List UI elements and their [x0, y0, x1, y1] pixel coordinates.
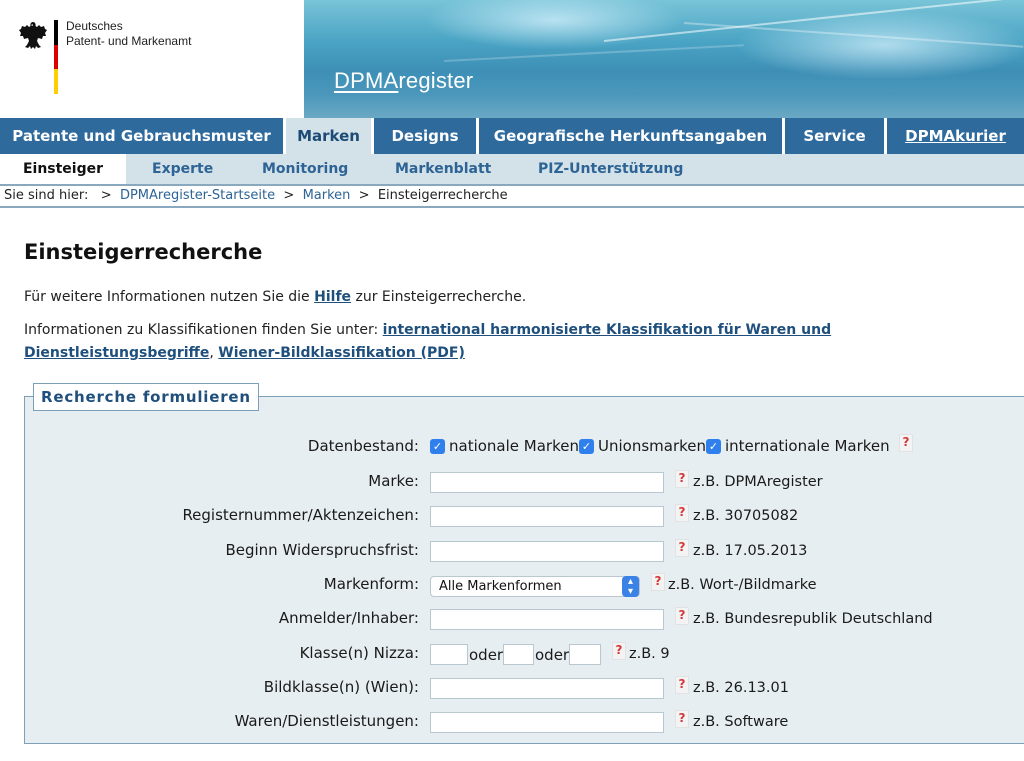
registernummer-input[interactable] [430, 506, 664, 527]
nizza-label: Klasse(n) Nizza: [299, 644, 419, 662]
help-icon[interactable]: ? [612, 642, 626, 660]
wien-input[interactable] [430, 678, 664, 699]
nationale-marken-label[interactable]: nationale Marken [449, 437, 579, 455]
wien-label: Bildklasse(n) (Wien): [263, 678, 419, 696]
help-icon[interactable]: ? [899, 434, 913, 452]
breadcrumb: Sie sind hier: > DPMAregister-Startseite… [0, 184, 1024, 208]
subnav-monitoring[interactable]: Monitoring [262, 154, 348, 184]
nav-service[interactable]: Service [785, 118, 887, 154]
banner-title-suffix: register [398, 68, 474, 93]
dpma-logo[interactable]: Deutsches Patent- und Markenamt [0, 0, 304, 118]
waren-hint: z.B. Software [693, 714, 789, 730]
form-legend: Recherche formulieren [33, 383, 259, 411]
nationale-marken-checkbox[interactable]: ✓ [430, 439, 445, 454]
main-content: Einsteigerrecherche Für weitere Informat… [0, 208, 1024, 761]
oder-label: oder [535, 646, 570, 664]
help-icon[interactable]: ? [675, 607, 689, 625]
markenform-label: Markenform: [323, 575, 419, 593]
help-icon[interactable]: ? [675, 504, 689, 522]
markenform-select[interactable]: Alle Markenformen ▴ ▾ [430, 576, 640, 597]
internationale-marken-checkbox[interactable]: ✓ [706, 439, 721, 454]
marke-input[interactable] [430, 472, 664, 493]
select-chevron-icon: ▴ ▾ [622, 576, 639, 597]
logo-text: Deutsches Patent- und Markenamt [66, 19, 191, 49]
waren-row: Waren/Dienstleistungen: ? z.B. Software [25, 710, 1024, 734]
anmelder-label: Anmelder/Inhaber: [278, 609, 419, 627]
breadcrumb-link-startseite[interactable]: DPMAregister-Startseite [120, 188, 275, 203]
nav-patente[interactable]: Patente und Gebrauchsmuster [0, 118, 286, 154]
waren-label: Waren/Dienstleistungen: [234, 712, 419, 730]
widerspruchsfrist-label: Beginn Widerspruchsfrist: [225, 541, 419, 559]
oder-label: oder [469, 646, 504, 664]
nav-designs[interactable]: Designs [374, 118, 479, 154]
logo-line-2: Patent- und Markenamt [66, 34, 192, 48]
anmelder-row: Anmelder/Inhaber: ? z.B. Bundesrepublik … [25, 607, 1024, 631]
marke-label: Marke: [368, 472, 419, 490]
search-form-fieldset: Recherche formulieren Datenbestand: ✓ na… [24, 383, 1024, 744]
page-title: Einsteigerrecherche [24, 240, 263, 264]
widerspruchsfrist-hint: z.B. 17.05.2013 [693, 543, 808, 559]
breadcrumb-current: Einsteigerrecherche [377, 188, 508, 203]
markenform-hint: z.B. Wort-/Bildmarke [668, 577, 817, 593]
wien-row: Bildklasse(n) (Wien): ? z.B. 26.13.01 [25, 676, 1024, 700]
federal-eagle-icon [19, 22, 47, 49]
subnav-piz-unterstuetzung[interactable]: PIZ-Unterstützung [538, 154, 683, 184]
nizza-hint: z.B. 9 [629, 646, 670, 662]
breadcrumb-link-marken[interactable]: Marken [303, 188, 351, 203]
help-icon[interactable]: ? [651, 573, 665, 591]
help-icon[interactable]: ? [675, 470, 689, 488]
internationale-marken-label[interactable]: internationale Marken [725, 437, 890, 455]
widerspruchsfrist-input[interactable] [430, 541, 664, 562]
anmelder-hint: z.B. Bundesrepublik Deutschland [693, 611, 933, 627]
german-flag-bar [54, 20, 58, 94]
breadcrumb-separator: > [100, 188, 112, 203]
nav-dpmakurier[interactable]: DPMAkurier [887, 118, 1024, 154]
widerspruchsfrist-row: Beginn Widerspruchsfrist: ? z.B. 17.05.2… [25, 539, 1024, 563]
registernummer-hint: z.B. 30705082 [693, 508, 799, 524]
registernummer-row: Registernummer/Aktenzeichen: ? z.B. 3070… [25, 504, 1024, 528]
nizza-row: Klasse(n) Nizza: oder oder ? z.B. 9 [25, 642, 1024, 666]
dpmaregister-title[interactable]: DPMAregister [334, 68, 473, 94]
main-navigation: Patente und Gebrauchsmuster Marken Desig… [0, 118, 1024, 154]
banner-title-prefix: DPMA [334, 68, 399, 93]
help-icon[interactable]: ? [675, 676, 689, 694]
nizza-class-input-1[interactable] [430, 644, 468, 665]
breadcrumb-separator: > [358, 188, 370, 203]
unionsmarken-label[interactable]: Unionsmarken [598, 437, 706, 455]
subnav-einsteiger[interactable]: Einsteiger [0, 154, 126, 184]
nizza-class-input-3[interactable] [569, 644, 601, 665]
subnav-experte[interactable]: Experte [152, 154, 213, 184]
header-banner: DPMAregister [304, 0, 1024, 118]
markenform-selected-value: Alle Markenformen [439, 579, 562, 594]
hilfe-link[interactable]: Hilfe [314, 289, 351, 305]
help-icon[interactable]: ? [675, 710, 689, 728]
wien-classification-pdf-link[interactable]: Wiener-Bildklassifikation (PDF) [218, 345, 465, 361]
waren-input[interactable] [430, 712, 664, 733]
site-header: Deutsches Patent- und Markenamt DPMAregi… [0, 0, 1024, 118]
classification-paragraph: Informationen zu Klassifikationen finden… [24, 322, 832, 361]
nav-geografische-herkunftsangaben[interactable]: Geografische Herkunftsangaben [479, 118, 785, 154]
breadcrumb-prefix: Sie sind hier: [4, 188, 89, 203]
subnav-markenblatt[interactable]: Markenblatt [395, 154, 491, 184]
marke-row: Marke: ? z.B. DPMAregister [25, 470, 1024, 494]
markenform-row: Markenform: Alle Markenformen ▴ ▾ ? z.B. … [25, 573, 1024, 597]
nav-marken[interactable]: Marken [286, 118, 374, 154]
info-paragraph: Für weitere Informationen nutzen Sie die… [24, 289, 527, 305]
anmelder-input[interactable] [430, 609, 664, 630]
datenbestand-row: Datenbestand: ✓ nationale Marken ✓ Union… [25, 434, 1024, 459]
registernummer-label: Registernummer/Aktenzeichen: [182, 506, 419, 524]
marke-hint: z.B. DPMAregister [693, 474, 823, 490]
nizza-class-input-2[interactable] [503, 644, 534, 665]
breadcrumb-separator: > [283, 188, 295, 203]
logo-line-1: Deutsches [66, 19, 123, 33]
datenbestand-label: Datenbestand: [307, 437, 419, 455]
help-icon[interactable]: ? [675, 539, 689, 557]
wien-hint: z.B. 26.13.01 [693, 680, 789, 696]
sub-navigation: Einsteiger Experte Monitoring Markenblat… [0, 154, 1024, 184]
unionsmarken-checkbox[interactable]: ✓ [579, 439, 594, 454]
